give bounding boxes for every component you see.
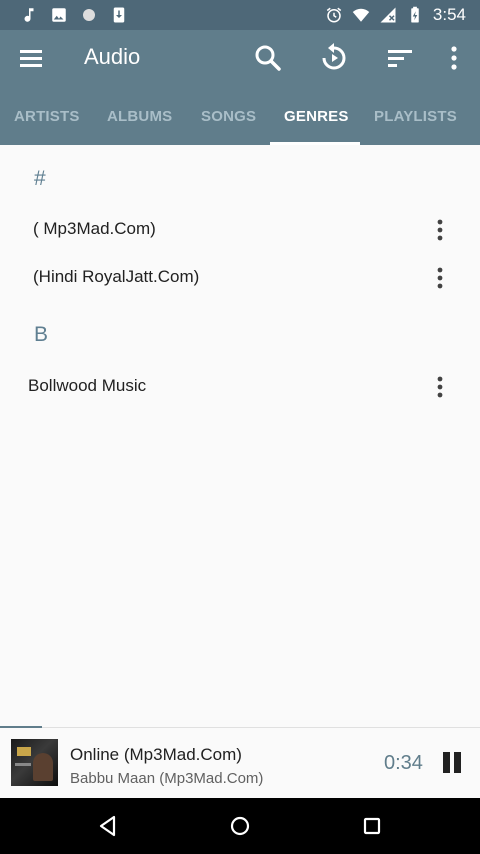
menu-icon[interactable] xyxy=(14,42,48,74)
now-playing-bar[interactable]: Online (Mp3Mad.Com) Babbu Maan (Mp3Mad.C… xyxy=(0,728,480,798)
wifi-icon xyxy=(352,8,370,22)
recents-icon[interactable] xyxy=(357,812,387,840)
refresh-icon[interactable] xyxy=(318,42,350,74)
image-icon xyxy=(52,8,66,22)
list-item[interactable]: ( Mp3Mad.Com) xyxy=(0,207,480,253)
section-header-b: B xyxy=(34,323,49,346)
more-vert-icon[interactable] xyxy=(430,217,450,243)
album-art xyxy=(11,739,58,786)
now-playing-artist: Babbu Maan (Mp3Mad.Com) xyxy=(70,770,264,787)
tab-genres[interactable]: GENRES xyxy=(284,86,349,145)
battery-charging-icon xyxy=(411,6,419,23)
app-bar: Audio xyxy=(0,30,480,86)
sort-icon[interactable] xyxy=(384,42,416,74)
page-title: Audio xyxy=(84,44,141,69)
genre-label: ( Mp3Mad.Com) xyxy=(33,219,156,238)
tab-songs[interactable]: SONGS xyxy=(201,86,256,145)
download-icon xyxy=(113,7,125,23)
tab-albums[interactable]: ALBUMS xyxy=(107,86,172,145)
alarm-icon xyxy=(326,7,342,23)
more-vert-icon[interactable] xyxy=(440,42,472,74)
now-playing-title: Online (Mp3Mad.Com) xyxy=(70,745,242,764)
genre-label: Bollwood Music xyxy=(28,376,147,395)
no-signal-icon xyxy=(380,7,396,23)
system-nav-bar xyxy=(0,798,480,854)
circle-icon xyxy=(83,9,95,21)
home-icon[interactable] xyxy=(225,812,255,840)
list-item[interactable]: Bollwood Music xyxy=(0,364,480,410)
genre-label: (Hindi RoyalJatt.Com) xyxy=(33,267,200,286)
status-bar: 3:54 xyxy=(0,0,480,30)
elapsed-time: 0:34 xyxy=(384,752,423,774)
music-note-icon xyxy=(24,8,34,22)
clock: 3:54 xyxy=(432,5,466,24)
search-icon[interactable] xyxy=(252,42,284,74)
tab-playlists[interactable]: PLAYLISTS xyxy=(374,86,457,145)
section-header-hash: # xyxy=(34,167,46,190)
tab-bar: ARTISTS ALBUMS SONGS GENRES PLAYLISTS xyxy=(0,86,480,145)
tab-artists[interactable]: ARTISTS xyxy=(14,86,80,145)
back-icon[interactable] xyxy=(93,812,123,840)
genre-list[interactable]: # ( Mp3Mad.Com) (Hindi RoyalJatt.Com) B … xyxy=(0,145,480,727)
list-item[interactable]: (Hindi RoyalJatt.Com) xyxy=(0,255,480,301)
pause-icon[interactable] xyxy=(440,750,464,776)
more-vert-icon[interactable] xyxy=(430,265,450,291)
more-vert-icon[interactable] xyxy=(430,374,450,400)
